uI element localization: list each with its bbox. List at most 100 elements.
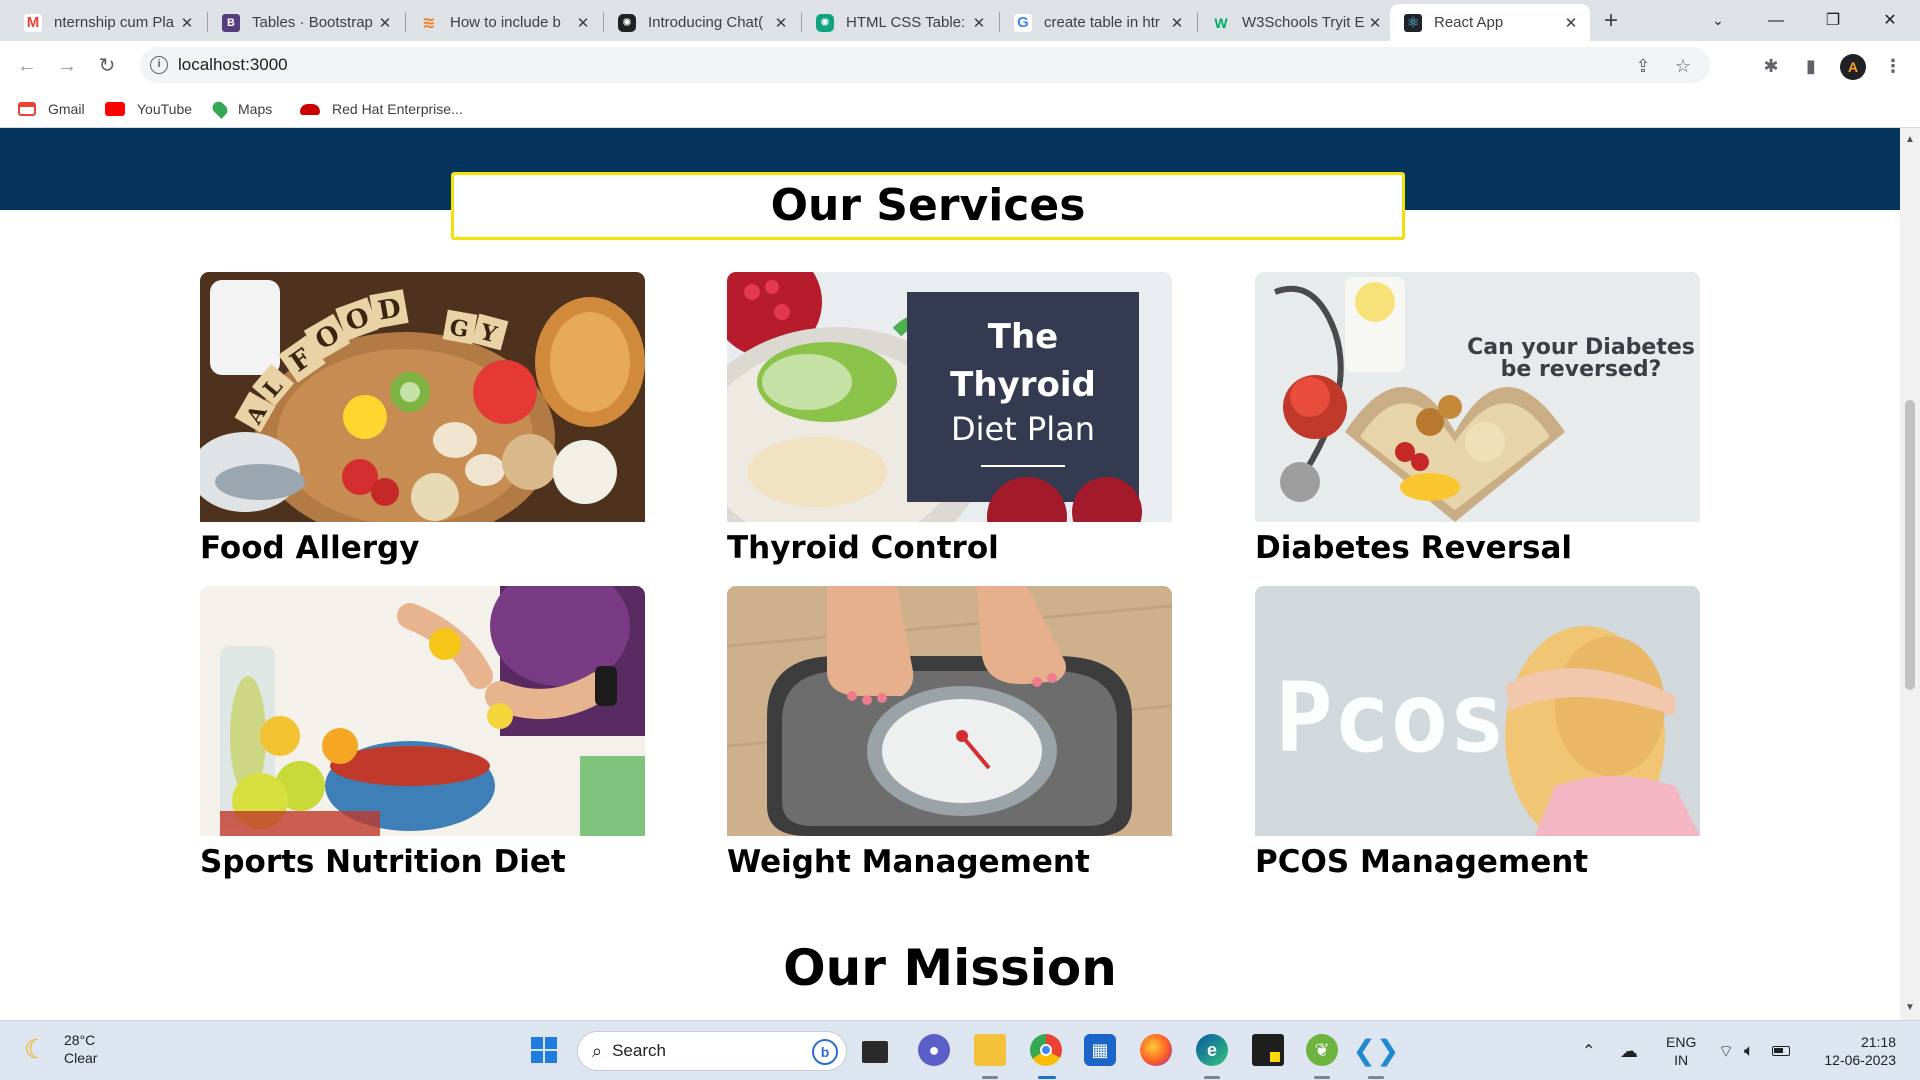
extensions-icon[interactable]: ✱ (1758, 53, 1784, 79)
bookmark-label: YouTube (137, 101, 193, 117)
tab-w3schools[interactable]: W W3Schools Tryit E ✕ (1198, 4, 1394, 41)
taskbar-search[interactable]: ⌕ Search b (577, 1031, 847, 1071)
close-icon[interactable]: ✕ (178, 14, 196, 32)
tray-chevron-up-icon[interactable]: ⌃ (1582, 1021, 1595, 1080)
bookmark-star-icon[interactable]: ☆ (1672, 55, 1694, 77)
url-input[interactable] (178, 47, 1578, 83)
tab-title: Introducing Chat( (648, 14, 764, 31)
minimize-button[interactable]: — (1748, 0, 1804, 41)
teams-chat-icon[interactable]: ● (918, 1034, 950, 1066)
tab-title: React App (1434, 14, 1504, 31)
bing-icon[interactable]: b (812, 1039, 838, 1065)
tab-title: nternship cum Pla (54, 14, 175, 31)
wifi-icon[interactable]: ⌔ (1718, 1021, 1734, 1080)
restore-button[interactable]: ❐ (1805, 0, 1861, 41)
profile-avatar[interactable]: A (1840, 54, 1866, 80)
search-placeholder: Search (612, 1041, 666, 1060)
svg-text:Thyroid: Thyroid (950, 365, 1096, 405)
openai-icon: ✺ (618, 13, 636, 32)
service-title: PCOS Management (1255, 844, 1589, 880)
bookmark-gmail[interactable]: Gmail (18, 98, 85, 120)
bookmark-maps[interactable]: Maps (210, 98, 272, 120)
close-icon[interactable]: ✕ (772, 14, 790, 32)
tab-google[interactable]: G create table in htr ✕ (1000, 4, 1196, 41)
active-app-indicator (1038, 1076, 1056, 1079)
tab-search-chevron-icon[interactable]: ⌄ (1690, 0, 1746, 41)
close-icon[interactable]: ✕ (1562, 14, 1580, 32)
tab-strip: M nternship cum Pla ✕ B Tables · Bootstr… (0, 0, 1920, 41)
close-icon[interactable]: ✕ (376, 14, 394, 32)
language-code: ENG (1666, 1034, 1697, 1050)
page-scrollbar[interactable]: ▲ ▼ (1900, 128, 1920, 1020)
side-panel-icon[interactable]: ▮ (1798, 53, 1824, 79)
svg-text:Diet Plan: Diet Plan (951, 410, 1095, 448)
weight-scale-image (727, 586, 1172, 836)
service-title: Weight Management (727, 844, 1090, 880)
gmail-icon: M (24, 13, 42, 32)
weather-temp: 28°C (64, 1032, 96, 1048)
file-explorer-icon[interactable] (974, 1034, 1006, 1066)
windows-start-icon[interactable] (528, 1034, 560, 1066)
edge-icon[interactable]: e (1196, 1034, 1228, 1066)
scrollbar-thumb[interactable] (1905, 400, 1915, 690)
service-card-diabetes-reversal[interactable]: Can your Diabetes be reversed? Diabetes … (1255, 272, 1700, 568)
service-card-sports-nutrition[interactable]: Sports Nutrition Diet (200, 586, 645, 882)
volume-icon[interactable]: 🔈︎ (1744, 1021, 1754, 1080)
weather-widget[interactable]: ☾ 28°C Clear (24, 1031, 97, 1067)
vscode-icon[interactable]: ❮❯ (1353, 1034, 1400, 1066)
system-clock[interactable]: 21:18 12-06-2023 (1810, 1033, 1896, 1069)
chrome-icon[interactable] (1030, 1034, 1062, 1066)
close-icon[interactable]: ✕ (574, 14, 592, 32)
clock-time: 21:18 (1860, 1034, 1896, 1050)
tab-gmail[interactable]: M nternship cum Pla ✕ (10, 4, 206, 41)
map-pin-icon (210, 99, 230, 119)
close-icon[interactable]: ✕ (1168, 14, 1186, 32)
tab-chatgpt-table[interactable]: ✺ HTML CSS Table: ✕ (802, 4, 998, 41)
battery-icon[interactable] (1772, 1021, 1790, 1080)
menu-kebab-icon[interactable]: ⋮ (1880, 53, 1906, 79)
bookmark-redhat[interactable]: Red Hat Enterprise... (300, 98, 463, 120)
service-card-pcos-management[interactable]: Pcos PCOS Management (1255, 586, 1700, 882)
task-view-icon[interactable] (862, 1041, 888, 1063)
close-icon[interactable]: ✕ (1366, 14, 1384, 32)
onedrive-cloud-icon[interactable]: ☁ (1620, 1021, 1638, 1080)
tab-chatgpt[interactable]: ✺ Introducing Chat( ✕ (604, 4, 800, 41)
service-title: Thyroid Control (727, 530, 999, 566)
clock-date: 12-06-2023 (1824, 1052, 1896, 1068)
thyroid-diet-image: The Thyroid Diet Plan (727, 272, 1172, 522)
tab-react-app[interactable]: ⚛ React App ✕ (1390, 4, 1590, 41)
pcos-image: Pcos (1255, 586, 1700, 836)
reload-button[interactable]: ↻ (92, 51, 122, 81)
bookmark-youtube[interactable]: YouTube (105, 98, 192, 120)
firefox-icon[interactable] (1140, 1034, 1172, 1066)
back-button[interactable]: ← (12, 51, 42, 81)
language-indicator[interactable]: ENG IN (1666, 1033, 1696, 1069)
forward-button[interactable]: → (52, 51, 82, 81)
info-icon[interactable]: i (150, 56, 168, 74)
address-bar[interactable]: i ☆ ⇪ (140, 47, 1710, 83)
mission-heading: Our Mission (783, 939, 1117, 997)
share-icon[interactable]: ⇪ (1632, 55, 1654, 77)
youtube-icon (105, 102, 125, 116)
stackoverflow-icon: ≋ (422, 14, 436, 32)
service-card-weight-management[interactable]: Weight Management (727, 586, 1172, 882)
region-code: IN (1674, 1052, 1689, 1068)
scroll-down-icon[interactable]: ▼ (1904, 1002, 1916, 1013)
services-heading: Our Services (451, 172, 1405, 240)
microsoft-store-icon[interactable]: ▦ (1084, 1034, 1116, 1066)
service-card-thyroid-control[interactable]: The Thyroid Diet Plan Thyroid Control (727, 272, 1172, 568)
service-card-food-allergy[interactable]: F O O D A L G Y Food Allergy (200, 272, 645, 568)
svg-text:be reversed?: be reversed? (1501, 357, 1662, 382)
image-text-the: The (988, 317, 1058, 357)
sticky-notes-icon[interactable] (1252, 1034, 1284, 1066)
close-window-button[interactable]: ✕ (1862, 0, 1918, 41)
tab-bootstrap[interactable]: B Tables · Bootstrap ✕ (208, 4, 404, 41)
spring-tool-icon[interactable]: ❦ (1306, 1034, 1338, 1066)
tab-stackoverflow[interactable]: ≋ How to include b ✕ (406, 4, 602, 41)
running-app-indicator (982, 1076, 998, 1079)
tab-title: Tables · Bootstrap (252, 14, 373, 31)
new-tab-button[interactable]: + (1596, 6, 1626, 36)
scroll-up-icon[interactable]: ▲ (1904, 134, 1916, 145)
tab-title: HTML CSS Table: (846, 14, 966, 31)
close-icon[interactable]: ✕ (970, 14, 988, 32)
